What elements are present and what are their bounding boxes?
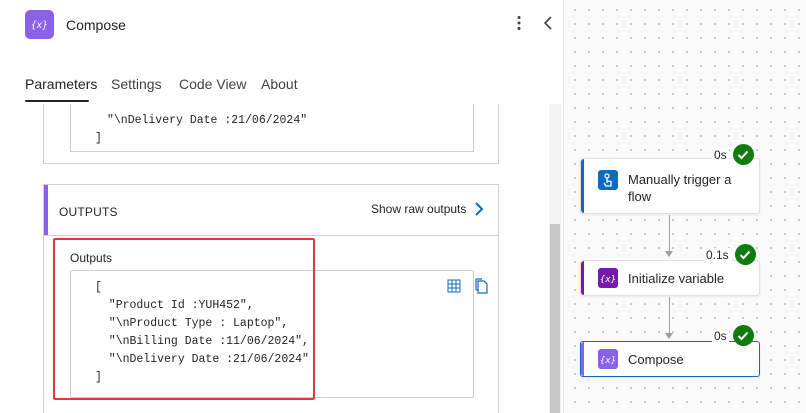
svg-text:{x}: {x} [600, 275, 616, 285]
code-line: "Product Id :YUH452", [95, 299, 254, 312]
code-line: "\nDelivery Date :21/06/2024" [107, 114, 308, 127]
variable-icon: {x} [598, 268, 618, 288]
copy-icon[interactable] [474, 278, 488, 294]
node-label: Manually trigger a flow [628, 171, 731, 205]
node-label-line: flow [628, 189, 652, 204]
outputs-accent-bar [44, 185, 48, 235]
show-raw-outputs-button[interactable]: Show raw outputs [371, 202, 484, 216]
code-line: [ [95, 281, 102, 294]
outputs-card: OUTPUTS Show raw outputs Outputs [ "Prod… [43, 184, 499, 413]
panel-scroll-area[interactable]: "\nDelivery Date :21/06/2024" ] OUTPUTS … [0, 104, 563, 413]
run-status: 0s [712, 325, 754, 346]
active-tab-indicator [25, 100, 89, 102]
compose-icon: {x} [25, 10, 54, 39]
run-status: 0.1s [704, 244, 756, 265]
compose-icon: {x} [598, 349, 618, 369]
outputs-code-box[interactable]: [ "Product Id :YUH452", "\nProduct Type … [70, 270, 488, 398]
node-accent [581, 159, 584, 213]
divider [44, 235, 498, 236]
collapse-panel-icon[interactable] [540, 13, 556, 33]
scrollbar-thumb[interactable] [550, 224, 560, 413]
success-check-icon [734, 244, 756, 265]
node-label: Initialize variable [628, 271, 725, 286]
svg-text:{x}: {x} [31, 20, 48, 31]
flow-node-manual-trigger[interactable]: Manually trigger a flow [580, 158, 760, 214]
flow-connector [669, 297, 670, 333]
outputs-label: Outputs [70, 251, 113, 265]
more-options-icon[interactable] [512, 13, 526, 33]
arrow-down-icon [665, 333, 673, 339]
tab-list: Parameters Settings Code View About [0, 72, 563, 102]
duration-label: 0.1s [704, 247, 731, 262]
inputs-card: "\nDelivery Date :21/06/2024" ] [43, 104, 499, 164]
panel-header: {x} Compose [0, 0, 563, 58]
tab-about[interactable]: About [261, 76, 298, 92]
flow-node-compose[interactable]: {x} Compose [580, 341, 760, 377]
show-raw-outputs-label: Show raw outputs [371, 202, 467, 216]
code-line: ] [95, 132, 102, 145]
success-check-icon [732, 325, 754, 346]
code-line: "\nProduct Type : Laptop", [95, 317, 289, 330]
tab-parameters[interactable]: Parameters [25, 76, 97, 92]
run-status: 0s [712, 144, 754, 165]
flow-connector [669, 215, 670, 251]
flow-canvas[interactable]: Manually trigger a flow 0s {x} Initializ… [563, 0, 806, 413]
code-line: "\nBilling Date :11/06/2024", [95, 335, 309, 348]
flow-node-initialize-variable[interactable]: {x} Initialize variable [580, 260, 760, 296]
tab-code-view[interactable]: Code View [179, 76, 246, 92]
action-details-panel: {x} Compose Parameters Settings Code Vie… [0, 0, 563, 413]
node-label: Compose [628, 352, 684, 367]
code-line: ] [95, 371, 102, 384]
arrow-down-icon [665, 251, 673, 257]
node-label-line: Manually trigger a [628, 172, 732, 187]
table-view-icon[interactable] [447, 279, 461, 293]
panel-title: Compose [66, 17, 126, 33]
hand-touch-icon [598, 170, 618, 190]
duration-label: 0s [712, 147, 729, 162]
node-accent [581, 342, 584, 376]
inputs-code-box: "\nDelivery Date :21/06/2024" ] [70, 104, 474, 152]
chevron-right-icon [475, 202, 484, 216]
outputs-section-title: OUTPUTS [59, 205, 118, 219]
node-accent [581, 261, 584, 295]
tab-settings[interactable]: Settings [111, 76, 162, 92]
svg-text:{x}: {x} [600, 356, 616, 366]
code-line: "\nDelivery Date :21/06/2024" [95, 353, 309, 366]
duration-label: 0s [712, 328, 729, 343]
success-check-icon [732, 144, 754, 165]
